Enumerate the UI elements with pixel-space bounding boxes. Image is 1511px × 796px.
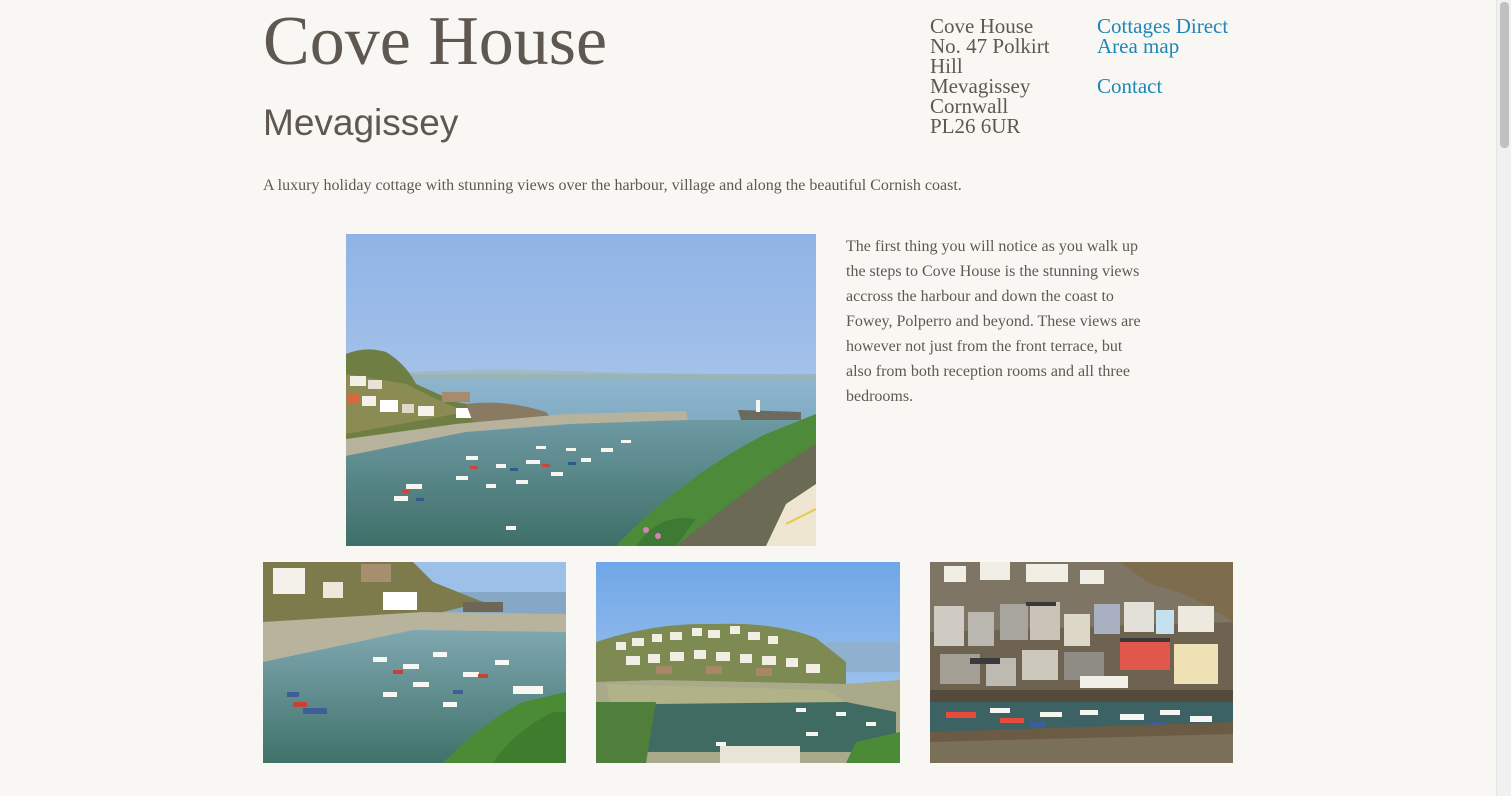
- nav-link-area-map[interactable]: Area map: [1097, 36, 1257, 57]
- nav-link-cottages-direct[interactable]: Cottages Direct: [1097, 16, 1257, 37]
- nav-link-contact[interactable]: Contact: [1097, 76, 1257, 97]
- page: Cove House Mevagissey Cove House No. 47 …: [0, 0, 1511, 796]
- thumb-harbour-boats-photo[interactable]: [263, 562, 566, 763]
- address-line-county: Cornwall: [930, 94, 1009, 118]
- description-text: The first thing you will notice as you w…: [846, 238, 1141, 405]
- site-nav: Cottages Direct Area map Contact: [1097, 16, 1257, 97]
- address-block: Cove House No. 47 Polkirt Hill Mevagisse…: [930, 14, 1080, 138]
- address-line-town: Mevagissey: [930, 74, 1031, 98]
- address-line-street-cont: Hill: [930, 54, 963, 78]
- scrollbar-thumb[interactable]: [1500, 2, 1509, 148]
- address-line-street: No. 47 Polkirt: [930, 34, 1050, 58]
- address-line-postcode: PL26 6UR: [930, 114, 1021, 138]
- thumb-village-panorama-photo[interactable]: [596, 562, 900, 763]
- site-subtitle: Mevagissey: [263, 102, 459, 143]
- hero-harbour-photo: [346, 234, 816, 546]
- site-title: Cove House: [263, 3, 608, 80]
- page-scrollbar[interactable]: [1496, 0, 1511, 796]
- intro-text: A luxury holiday cottage with stunning v…: [263, 177, 962, 194]
- thumb-hillside-houses-photo[interactable]: [930, 562, 1233, 763]
- address-line-name: Cove House: [930, 14, 1034, 38]
